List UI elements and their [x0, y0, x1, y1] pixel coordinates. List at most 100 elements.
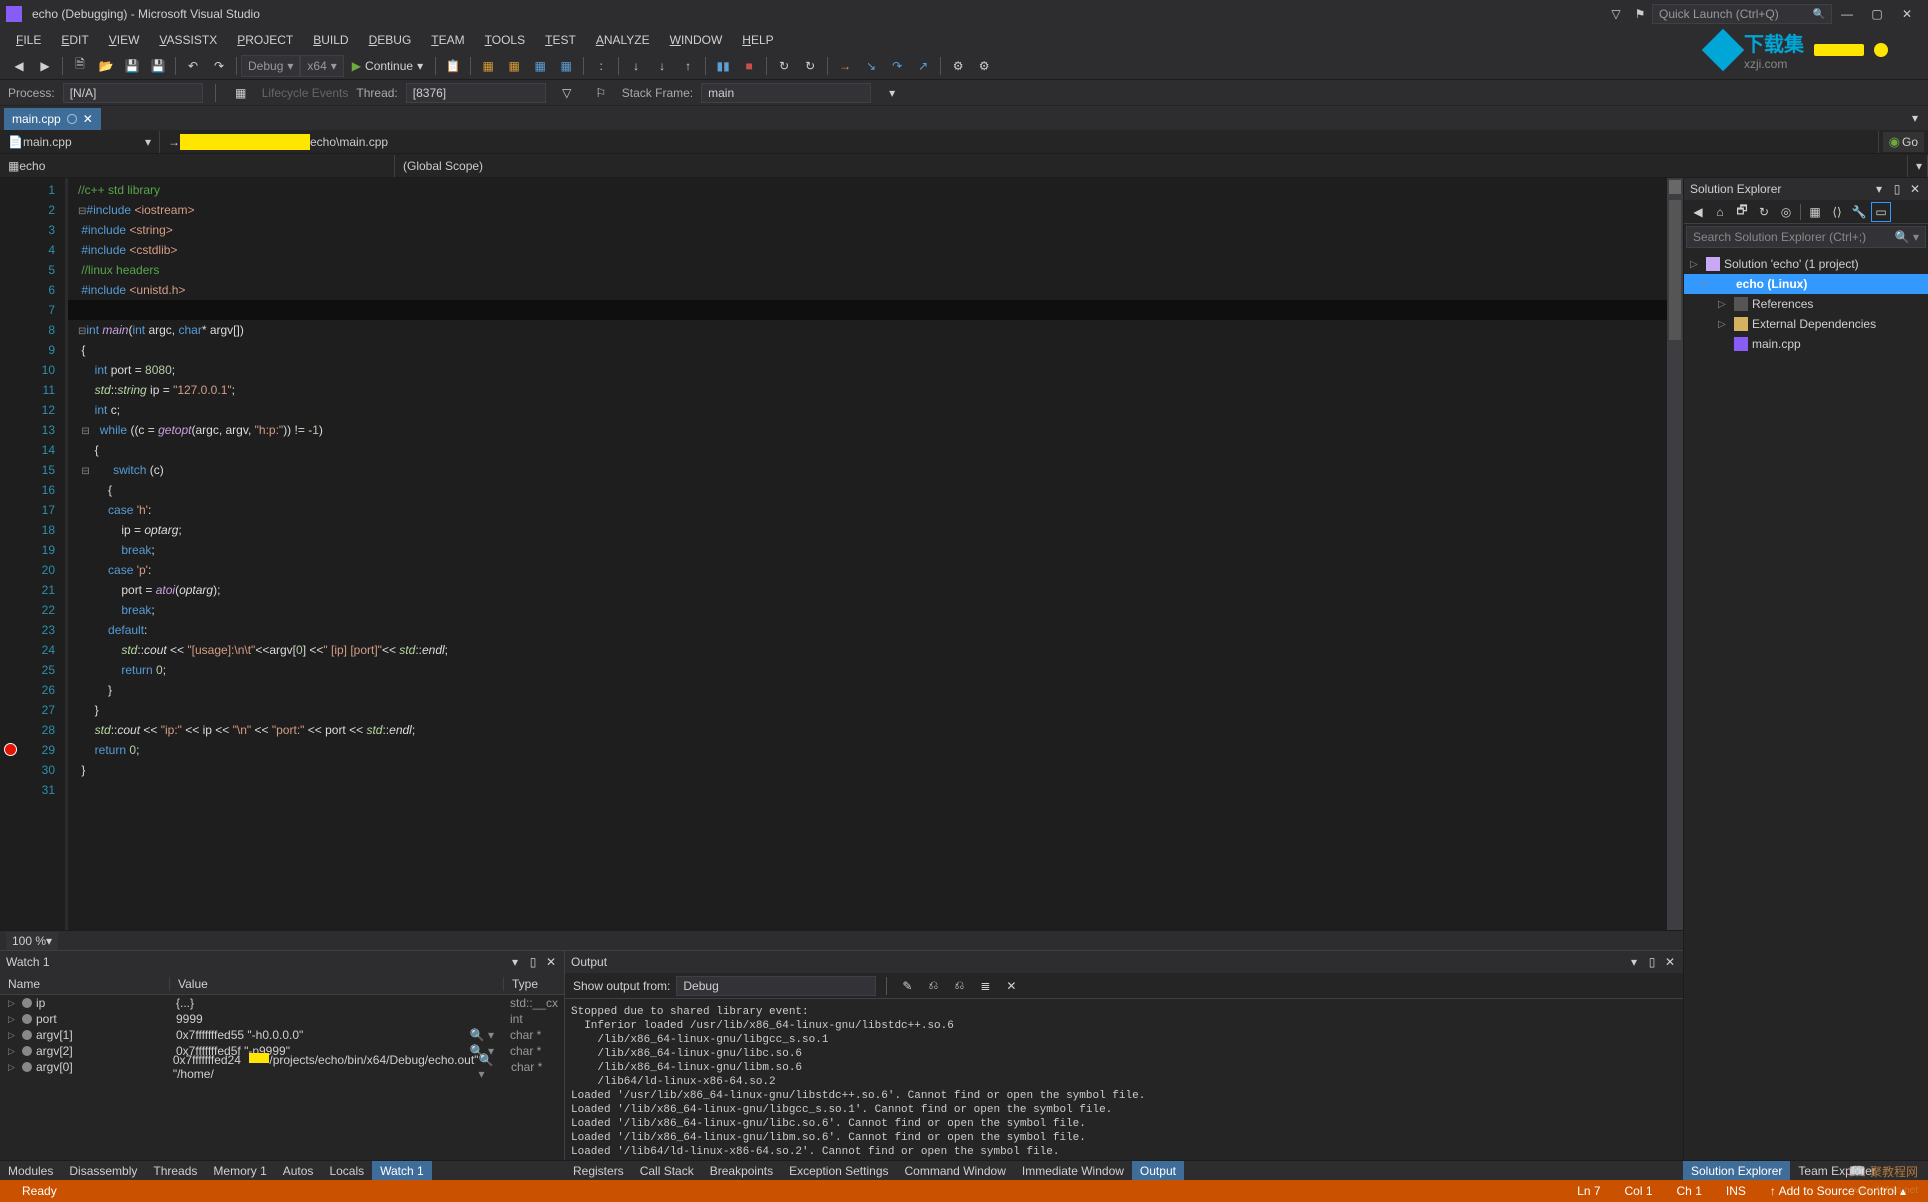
tb-icon[interactable]: ↓ — [650, 54, 674, 78]
refresh-icon[interactable]: ↻ — [798, 54, 822, 78]
menu-debug[interactable]: DEBUG — [359, 33, 422, 47]
tab-threads[interactable]: Threads — [145, 1161, 205, 1180]
menu-test[interactable]: TEST — [535, 33, 586, 47]
window-position-icon[interactable]: ▾ — [1627, 955, 1641, 969]
tb-icon[interactable]: 📋 — [441, 54, 465, 78]
lifecycle-icon[interactable]: ▦ — [229, 81, 253, 105]
tb-icon[interactable]: ↑ — [676, 54, 700, 78]
nav-fwd-button[interactable]: ▶ — [33, 54, 57, 78]
stop-debug-icon[interactable]: ■ — [737, 54, 761, 78]
tb-icon[interactable]: ▾ — [880, 81, 904, 105]
menu-vassistx[interactable]: VASSISTX — [149, 33, 227, 47]
tab-disassembly[interactable]: Disassembly — [61, 1161, 145, 1180]
stackframe-selector[interactable]: main — [701, 83, 871, 103]
tab-watch-1[interactable]: Watch 1 — [372, 1161, 432, 1180]
nav-back-button[interactable]: ◀ — [7, 54, 31, 78]
pin-icon[interactable]: ▯ — [1890, 182, 1904, 196]
menu-analyze[interactable]: ANALYZE — [586, 33, 660, 47]
redo-icon[interactable]: ↷ — [207, 54, 231, 78]
member-selector[interactable]: 📄 main.cpp▾ — [0, 131, 160, 153]
menu-edit[interactable]: EDIT — [51, 33, 98, 47]
menu-tools[interactable]: TOOLS — [475, 33, 535, 47]
se-icon[interactable]: ▦ — [1805, 202, 1825, 222]
code-editor[interactable]: 1234567891011121314151617181920212223242… — [0, 178, 1683, 930]
restart-icon[interactable]: ↻ — [772, 54, 796, 78]
pin-icon[interactable] — [67, 114, 77, 124]
flag-icon[interactable]: ⚑ — [1632, 6, 1648, 22]
output-clear-icon[interactable]: ✕ — [1001, 976, 1021, 996]
pin-icon[interactable]: ▯ — [1645, 955, 1659, 969]
se-properties-icon[interactable]: 🔧 — [1849, 202, 1869, 222]
code-body[interactable]: //c++ std library⊟#include <iostream> #i… — [68, 178, 1667, 930]
new-project-icon[interactable]: 🗎 — [68, 54, 92, 78]
se-icon[interactable]: ⟨⟩ — [1827, 202, 1847, 222]
menu-window[interactable]: WINDOW — [660, 33, 733, 47]
tab-locals[interactable]: Locals — [321, 1161, 372, 1180]
window-position-icon[interactable]: ▾ — [1872, 182, 1886, 196]
tab-modules[interactable]: Modules — [0, 1161, 61, 1180]
menu-build[interactable]: BUILD — [303, 33, 358, 47]
go-button[interactable]: ◉Go — [1883, 132, 1924, 152]
quick-launch-input[interactable]: Quick Launch (Ctrl+Q)🔍 — [1652, 4, 1832, 24]
tab-autos[interactable]: Autos — [275, 1161, 322, 1180]
close-icon[interactable]: ✕ — [1663, 955, 1677, 969]
editor-scrollbar[interactable] — [1667, 178, 1683, 930]
flag-icon[interactable]: ⚐ — [589, 81, 613, 105]
tb-icon[interactable]: ⚙ — [946, 54, 970, 78]
minimize-button[interactable]: — — [1832, 3, 1862, 25]
filter-icon[interactable]: ▽ — [555, 81, 579, 105]
references-node[interactable]: ▷References — [1684, 294, 1928, 314]
close-tab-icon[interactable]: ✕ — [83, 112, 93, 126]
tab-registers[interactable]: Registers — [565, 1161, 632, 1180]
menu-file[interactable]: FILE — [6, 33, 51, 47]
step-into-icon[interactable]: ↘ — [859, 54, 883, 78]
tb-icon[interactable]: ⚙ — [972, 54, 996, 78]
output-icon[interactable]: ⎌ — [923, 976, 943, 996]
menu-view[interactable]: VIEW — [99, 33, 150, 47]
watch-header[interactable]: Watch 1 ▾ ▯ ✕ — [0, 951, 564, 973]
solution-explorer-header[interactable]: Solution Explorer ▾ ▯ ✕ — [1684, 178, 1928, 200]
tb-icon[interactable]: ↓ — [624, 54, 648, 78]
watch-row[interactable]: ▷ argv[0]0x7fffffffed24 "/home//projects… — [0, 1059, 564, 1075]
file-tab-main-cpp[interactable]: main.cpp ✕ — [4, 108, 101, 130]
se-home-icon[interactable]: ⌂ — [1710, 202, 1730, 222]
file-node-main[interactable]: main.cpp — [1684, 334, 1928, 354]
break-all-icon[interactable]: ▮▮ — [711, 54, 735, 78]
window-position-icon[interactable]: ▾ — [508, 955, 522, 969]
external-deps-node[interactable]: ▷External Dependencies — [1684, 314, 1928, 334]
save-icon[interactable]: 💾 — [120, 54, 144, 78]
se-back-icon[interactable]: ◀ — [1688, 202, 1708, 222]
global-scope[interactable]: (Global Scope) — [395, 155, 1908, 177]
close-button[interactable]: ✕ — [1892, 3, 1922, 25]
output-header[interactable]: Output ▾ ▯ ✕ — [565, 951, 1683, 973]
watch-body[interactable]: ▷ ip{...}std::__cx▷ port9999int▷ argv[1]… — [0, 995, 564, 1075]
tb-icon[interactable]: : — [589, 54, 613, 78]
tab-exception-settings[interactable]: Exception Settings — [781, 1161, 896, 1180]
path-bar[interactable]: → echo\main.cpp — [160, 131, 1879, 153]
open-icon[interactable]: 📂 — [94, 54, 118, 78]
tab-menu-icon[interactable]: ▾ — [1903, 106, 1927, 130]
tab-immediate-window[interactable]: Immediate Window — [1014, 1161, 1132, 1180]
se-icon[interactable]: ◎ — [1776, 202, 1796, 222]
breakpoint-icon[interactable] — [4, 743, 17, 756]
watch-row[interactable]: ▷ port9999int — [0, 1011, 564, 1027]
tab-memory-1[interactable]: Memory 1 — [205, 1161, 274, 1180]
project-node[interactable]: ▿echo (Linux) — [1684, 274, 1928, 294]
tab-breakpoints[interactable]: Breakpoints — [702, 1161, 781, 1180]
tb-icon[interactable]: ▦ — [528, 54, 552, 78]
save-all-icon[interactable]: 💾 — [146, 54, 170, 78]
se-icon[interactable]: 🗗 — [1732, 202, 1752, 222]
output-wrap-icon[interactable]: ≣ — [975, 976, 995, 996]
tab-command-window[interactable]: Command Window — [897, 1161, 1014, 1180]
output-from-selector[interactable]: Debug — [676, 976, 876, 996]
output-icon[interactable]: ✎ — [897, 976, 917, 996]
solution-tree[interactable]: ▷Solution 'echo' (1 project) ▿echo (Linu… — [1684, 250, 1928, 1160]
solution-node[interactable]: ▷Solution 'echo' (1 project) — [1684, 254, 1928, 274]
tab-output[interactable]: Output — [1132, 1161, 1184, 1180]
tab-call-stack[interactable]: Call Stack — [632, 1161, 702, 1180]
tb-icon[interactable]: ▦ — [554, 54, 578, 78]
scope-dropdown[interactable]: ▾ — [1908, 155, 1928, 177]
project-scope[interactable]: ▦ echo — [0, 155, 395, 177]
zoom-selector[interactable]: 100 % ▾ — [6, 932, 58, 950]
tab-solution-explorer[interactable]: Solution Explorer — [1683, 1161, 1790, 1180]
